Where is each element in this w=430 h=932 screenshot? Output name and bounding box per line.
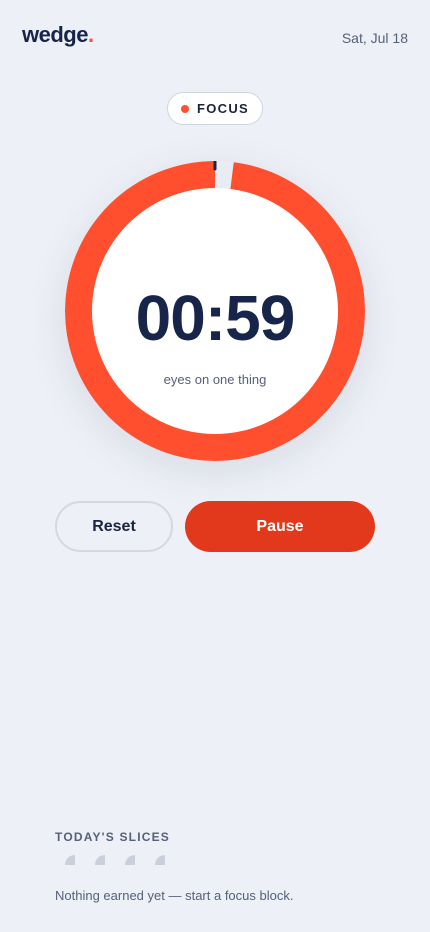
reset-button[interactable]: Reset <box>55 501 173 552</box>
mode-pill[interactable]: FOCUS <box>167 92 263 125</box>
timer-face: 00:59 eyes on one thing <box>92 188 338 434</box>
app-root: wedge. Sat, Jul 18 FOCUS 00:59 eyes on o… <box>0 0 430 932</box>
header: wedge. Sat, Jul 18 <box>22 22 408 52</box>
logo-dot: . <box>87 22 94 47</box>
timer-dial: 00:59 eyes on one thing <box>65 161 365 461</box>
mode-label: FOCUS <box>197 101 249 116</box>
slice-placeholder-icon <box>125 855 135 865</box>
app-logo: wedge. <box>22 22 94 48</box>
slice-placeholder-icon <box>95 855 105 865</box>
pause-button[interactable]: Pause <box>185 501 375 552</box>
slices-placeholders <box>65 855 165 867</box>
timer-display: 00:59 <box>135 282 296 354</box>
logo-text: wedge <box>22 22 88 47</box>
slices-title: TODAY'S SLICES <box>55 830 171 844</box>
timer-caption: eyes on one thing <box>163 372 267 387</box>
current-date: Sat, Jul 18 <box>341 30 408 46</box>
mode-indicator-icon <box>181 104 189 113</box>
slices-empty-message: Nothing earned yet — start a focus block… <box>55 888 294 903</box>
slice-placeholder-icon <box>65 855 75 865</box>
slice-placeholder-icon <box>155 855 165 865</box>
